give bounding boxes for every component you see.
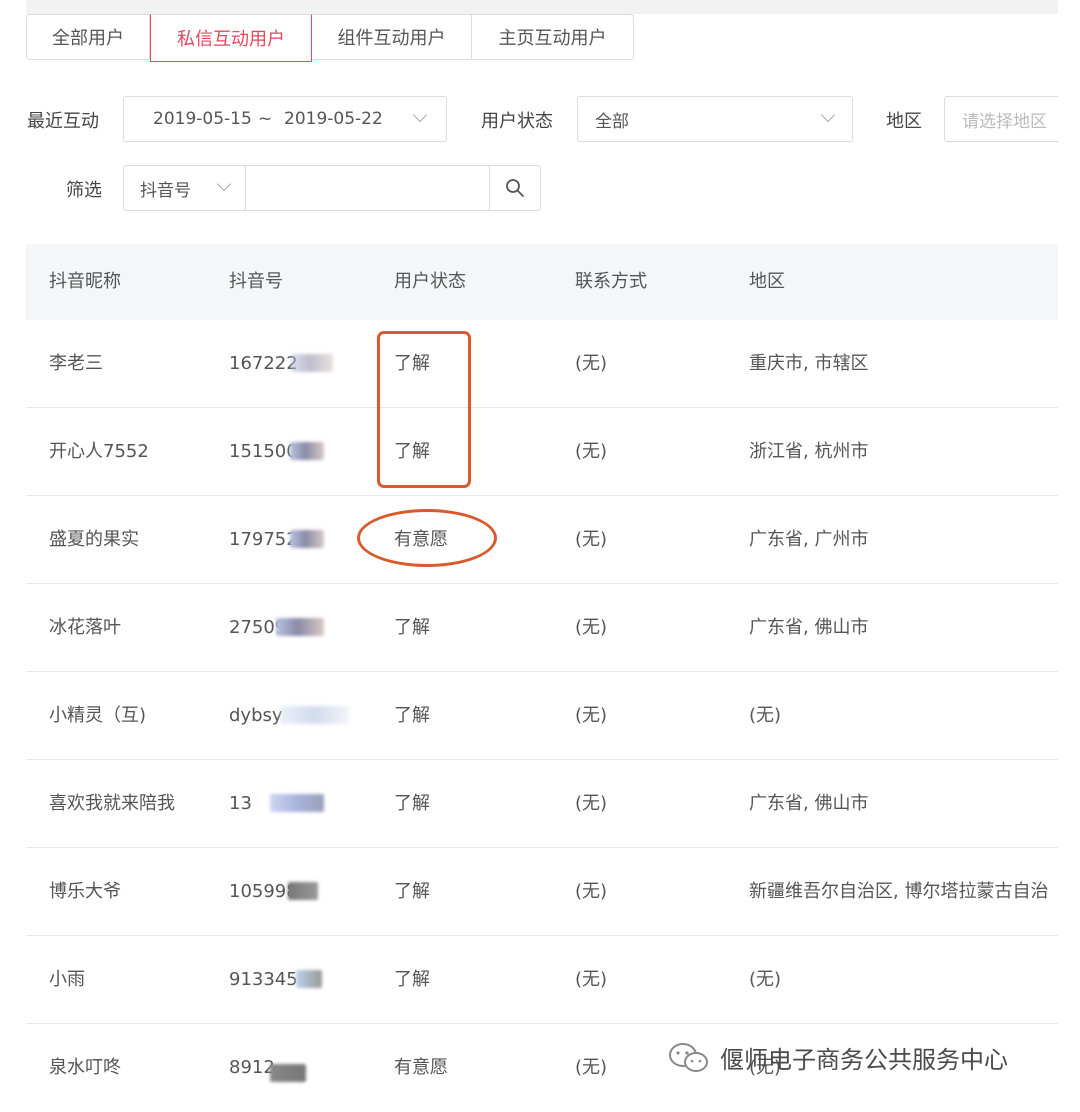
wechat-watermark: 偃师电子商务公共服务中心 — [668, 1040, 1008, 1075]
filter-type-value: 抖音号 — [140, 180, 191, 201]
cell-contact: (无) — [575, 617, 608, 638]
date-end: 2019-05-22 — [284, 109, 383, 129]
cell-nickname: 开心人7552 — [49, 441, 149, 462]
top-bar — [26, 0, 1058, 14]
annotation-ellipse — [357, 509, 497, 567]
cell-douyin-id: 8912 — [229, 1057, 275, 1078]
cell-status: 有意愿 — [394, 1057, 448, 1078]
date-start: 2019-05-15 — [153, 109, 252, 129]
chevron-down-icon — [820, 107, 836, 123]
cell-douyin-id: 151500 — [229, 441, 298, 462]
cell-status: 了解 — [394, 881, 430, 902]
cell-status: 了解 — [394, 705, 430, 726]
cell-douyin-id: 13 — [229, 793, 252, 814]
table-row[interactable]: 博乐大爷 105998 了解 (无) 新疆维吾尔自治区, 博尔塔拉蒙古自治 — [26, 848, 1058, 936]
cell-region: (无) — [749, 705, 782, 726]
header-user-status: 用户状态 — [394, 271, 466, 292]
cell-nickname: 泉水叮咚 — [49, 1057, 121, 1078]
table-row[interactable]: 小精灵（互) dybsy 了解 (无) (无) — [26, 672, 1058, 760]
cell-contact: (无) — [575, 881, 608, 902]
cell-status: 了解 — [394, 793, 430, 814]
cell-douyin-id: 179752 — [229, 529, 298, 550]
filter-search-input[interactable] — [245, 165, 491, 211]
cell-region: 重庆市, 市辖区 — [749, 353, 869, 374]
watermark-text: 偃师电子商务公共服务中心 — [720, 1046, 1008, 1074]
annotation-rectangle — [377, 331, 471, 488]
chevron-down-icon — [412, 107, 428, 123]
region-placeholder: 请选择地区 — [962, 111, 1047, 132]
cell-status: 了解 — [394, 969, 430, 990]
redaction-blur — [288, 882, 318, 900]
tab-dm-users[interactable]: 私信互动用户 — [150, 14, 312, 62]
header-nickname: 抖音昵称 — [49, 271, 121, 292]
cell-contact: (无) — [575, 353, 608, 374]
search-button[interactable] — [489, 165, 541, 211]
cell-region: (无) — [749, 969, 782, 990]
redaction-blur — [290, 442, 324, 460]
cell-contact: (无) — [575, 1057, 608, 1078]
filter-label: 筛选 — [66, 180, 102, 201]
user-status-select[interactable]: 全部 — [577, 96, 853, 142]
cell-douyin-id: 167222 — [229, 353, 298, 374]
table-row[interactable]: 李老三 167222 了解 (无) 重庆市, 市辖区 — [26, 320, 1058, 408]
cell-nickname: 喜欢我就来陪我 — [49, 793, 175, 814]
cell-nickname: 小雨 — [49, 969, 85, 990]
user-type-tabs: 全部用户 私信互动用户 组件互动用户 主页互动用户 — [26, 14, 634, 62]
cell-region: 浙江省, 杭州市 — [749, 441, 869, 462]
table-row[interactable]: 开心人7552 151500 了解 (无) 浙江省, 杭州市 — [26, 408, 1058, 496]
cell-region: 广东省, 佛山市 — [749, 793, 869, 814]
redaction-blur — [270, 794, 324, 812]
cell-nickname: 冰花落叶 — [49, 617, 121, 638]
cell-nickname: 李老三 — [49, 353, 103, 374]
wechat-icon — [669, 1042, 708, 1072]
cell-region: 广东省, 佛山市 — [749, 617, 869, 638]
redaction-blur — [276, 618, 324, 636]
cell-contact: (无) — [575, 441, 608, 462]
header-douyin-id: 抖音号 — [229, 271, 283, 292]
date-separator: ~ — [258, 109, 273, 129]
header-contact: 联系方式 — [575, 271, 647, 292]
user-status-label: 用户状态 — [481, 111, 553, 132]
tab-all-users[interactable]: 全部用户 — [26, 14, 150, 60]
cell-region: 广东省, 广州市 — [749, 529, 869, 550]
table-row[interactable]: 冰花落叶 27509 了解 (无) 广东省, 佛山市 — [26, 584, 1058, 672]
user-status-value: 全部 — [595, 111, 629, 132]
table-row[interactable]: 盛夏的果实 179752 有意愿 (无) 广东省, 广州市 — [26, 496, 1058, 584]
cell-contact: (无) — [575, 793, 608, 814]
redaction-blur — [291, 354, 333, 372]
header-region: 地区 — [749, 271, 785, 292]
cell-contact: (无) — [575, 969, 608, 990]
cell-nickname: 博乐大爷 — [49, 881, 121, 902]
table-row[interactable]: 喜欢我就来陪我 13 了解 (无) 广东省, 佛山市 — [26, 760, 1058, 848]
table-row[interactable]: 小雨 913345 了解 (无) (无) — [26, 936, 1058, 1024]
cell-douyin-id: dybsy — [229, 705, 283, 726]
cell-contact: (无) — [575, 705, 608, 726]
recent-interaction-label: 最近互动 — [27, 111, 99, 132]
region-label: 地区 — [886, 111, 922, 132]
date-range-picker[interactable]: 2019-05-15 ~ 2019-05-22 — [123, 96, 447, 142]
search-icon — [506, 179, 524, 197]
redaction-blur — [280, 706, 350, 724]
region-select[interactable]: 请选择地区 — [944, 96, 1058, 142]
cell-contact: (无) — [575, 529, 608, 550]
tab-homepage-users[interactable]: 主页互动用户 — [472, 14, 634, 60]
redaction-blur — [270, 1064, 306, 1082]
tab-widget-users[interactable]: 组件互动用户 — [312, 14, 472, 60]
redaction-blur — [296, 970, 322, 988]
cell-status: 了解 — [394, 617, 430, 638]
cell-douyin-id: 913345 — [229, 969, 298, 990]
redaction-blur — [290, 530, 324, 548]
cell-region: 新疆维吾尔自治区, 博尔塔拉蒙古自治 — [749, 881, 1049, 902]
cell-nickname: 盛夏的果实 — [49, 529, 139, 550]
cell-nickname: 小精灵（互) — [49, 705, 147, 726]
filter-type-select[interactable]: 抖音号 — [123, 165, 246, 211]
table-header: 抖音昵称 抖音号 用户状态 联系方式 地区 — [26, 244, 1058, 320]
chevron-down-icon — [216, 176, 232, 192]
